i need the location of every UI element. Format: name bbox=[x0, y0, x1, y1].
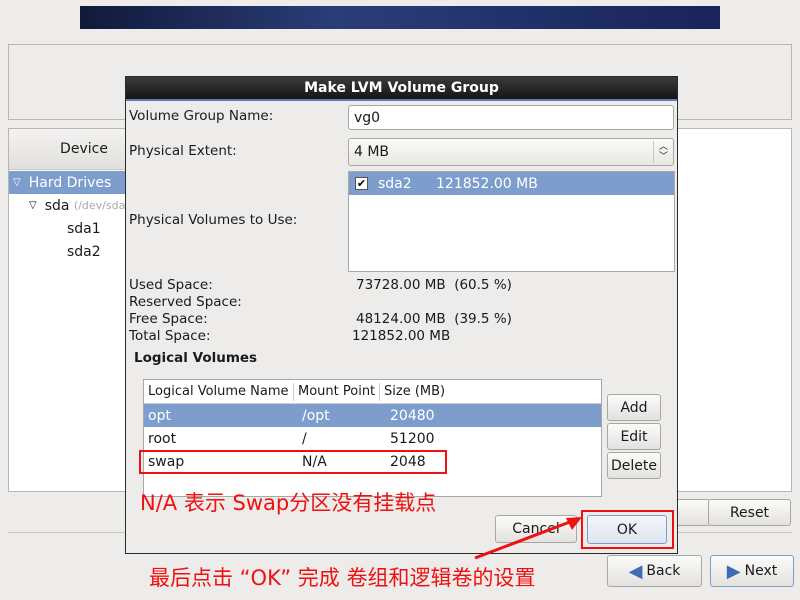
header-banner bbox=[80, 6, 720, 29]
ok-annotation: 最后点击 “OK” 完成 卷组和逻辑卷的设置 bbox=[149, 566, 536, 590]
expander-icon[interactable]: ▽ bbox=[9, 200, 45, 211]
edit-button[interactable]: Edit bbox=[607, 423, 661, 450]
vg-name-input[interactable]: vg0 bbox=[348, 105, 674, 130]
used-label: Used Space: bbox=[129, 277, 213, 293]
tree-label: sda1 bbox=[67, 220, 101, 237]
lv-mount: / bbox=[302, 430, 307, 447]
add-button[interactable]: Add bbox=[607, 394, 661, 421]
back-arrow-icon: ◀ bbox=[628, 560, 643, 582]
next-button[interactable]: ▶ Next bbox=[710, 555, 794, 587]
col-name[interactable]: Logical Volume Name bbox=[144, 382, 294, 401]
lv-heading: Logical Volumes bbox=[134, 350, 258, 366]
vg-name-value: vg0 bbox=[354, 109, 381, 126]
add-label: Add bbox=[620, 399, 648, 416]
lv-size: 51200 bbox=[390, 430, 435, 447]
lv-name: root bbox=[148, 430, 177, 447]
col-mount[interactable]: Mount Point bbox=[294, 382, 380, 401]
checkbox-checked[interactable]: ✔ bbox=[355, 177, 368, 190]
updown-icon: ︿ ﹀ bbox=[653, 141, 673, 163]
pe-value: 4 MB bbox=[354, 144, 390, 160]
pv-name: sda2 bbox=[378, 175, 412, 192]
used-value: 73728.00 MB (60.5 %) bbox=[356, 277, 512, 293]
pv-item[interactable]: ✔ sda2 121852.00 MB bbox=[349, 172, 674, 195]
back-label: Back bbox=[646, 563, 681, 579]
tree-path: (/dev/sda bbox=[73, 199, 126, 212]
pv-size: 121852.00 MB bbox=[436, 175, 538, 192]
back-button[interactable]: ◀ Back bbox=[607, 555, 702, 587]
pe-label: Physical Extent: bbox=[129, 143, 237, 159]
vg-name-label: Volume Group Name: bbox=[129, 108, 274, 124]
dialog-title: Make LVM Volume Group bbox=[126, 77, 677, 101]
physical-extent-select[interactable]: 4 MB ︿ ﹀ bbox=[348, 138, 674, 166]
arrow-annotation-icon bbox=[474, 517, 582, 560]
lv-row[interactable]: root / 51200 bbox=[144, 427, 601, 450]
total-value: 121852.00 MB bbox=[352, 328, 451, 344]
edit-label: Edit bbox=[620, 428, 648, 445]
lv-size: 20480 bbox=[390, 407, 435, 424]
swap-row-highlight bbox=[139, 450, 447, 474]
free-label: Free Space: bbox=[129, 311, 208, 327]
reserved-label: Reserved Space: bbox=[129, 294, 242, 310]
device-column-label: Device bbox=[60, 141, 108, 157]
lv-row[interactable]: opt/opt 20480 bbox=[144, 404, 601, 427]
reset-button[interactable]: Reset bbox=[708, 499, 791, 526]
make-lvm-dialog: Make LVM Volume Group Volume Group Name:… bbox=[125, 76, 678, 554]
delete-label: Delete bbox=[611, 457, 657, 474]
lv-name: opt bbox=[148, 407, 171, 424]
lv-table-header: Logical Volume Name Mount Point Size (MB… bbox=[144, 380, 601, 404]
reset-label: Reset bbox=[729, 504, 770, 521]
arrow-line bbox=[474, 518, 576, 560]
col-size[interactable]: Size (MB) bbox=[380, 383, 445, 401]
expander-icon[interactable]: ▽ bbox=[9, 177, 29, 188]
free-value: 48124.00 MB (39.5 %) bbox=[356, 311, 512, 327]
total-label: Total Space: bbox=[129, 328, 211, 344]
tree-label: sda2 bbox=[67, 243, 101, 260]
pv-list: ✔ sda2 121852.00 MB bbox=[348, 171, 675, 272]
tree-label: Hard Drives bbox=[28, 174, 112, 191]
lv-mount: /opt bbox=[302, 407, 330, 424]
next-arrow-icon: ▶ bbox=[726, 560, 741, 582]
ok-highlight bbox=[581, 510, 674, 549]
tree-label: sda bbox=[44, 197, 70, 214]
pv-label: Physical Volumes to Use: bbox=[129, 212, 298, 228]
delete-button[interactable]: Delete bbox=[607, 452, 661, 479]
next-label: Next bbox=[744, 563, 778, 579]
na-annotation: N/A 表示 Swap分区没有挂载点 bbox=[140, 491, 437, 515]
lv-table: Logical Volume Name Mount Point Size (MB… bbox=[143, 379, 602, 497]
